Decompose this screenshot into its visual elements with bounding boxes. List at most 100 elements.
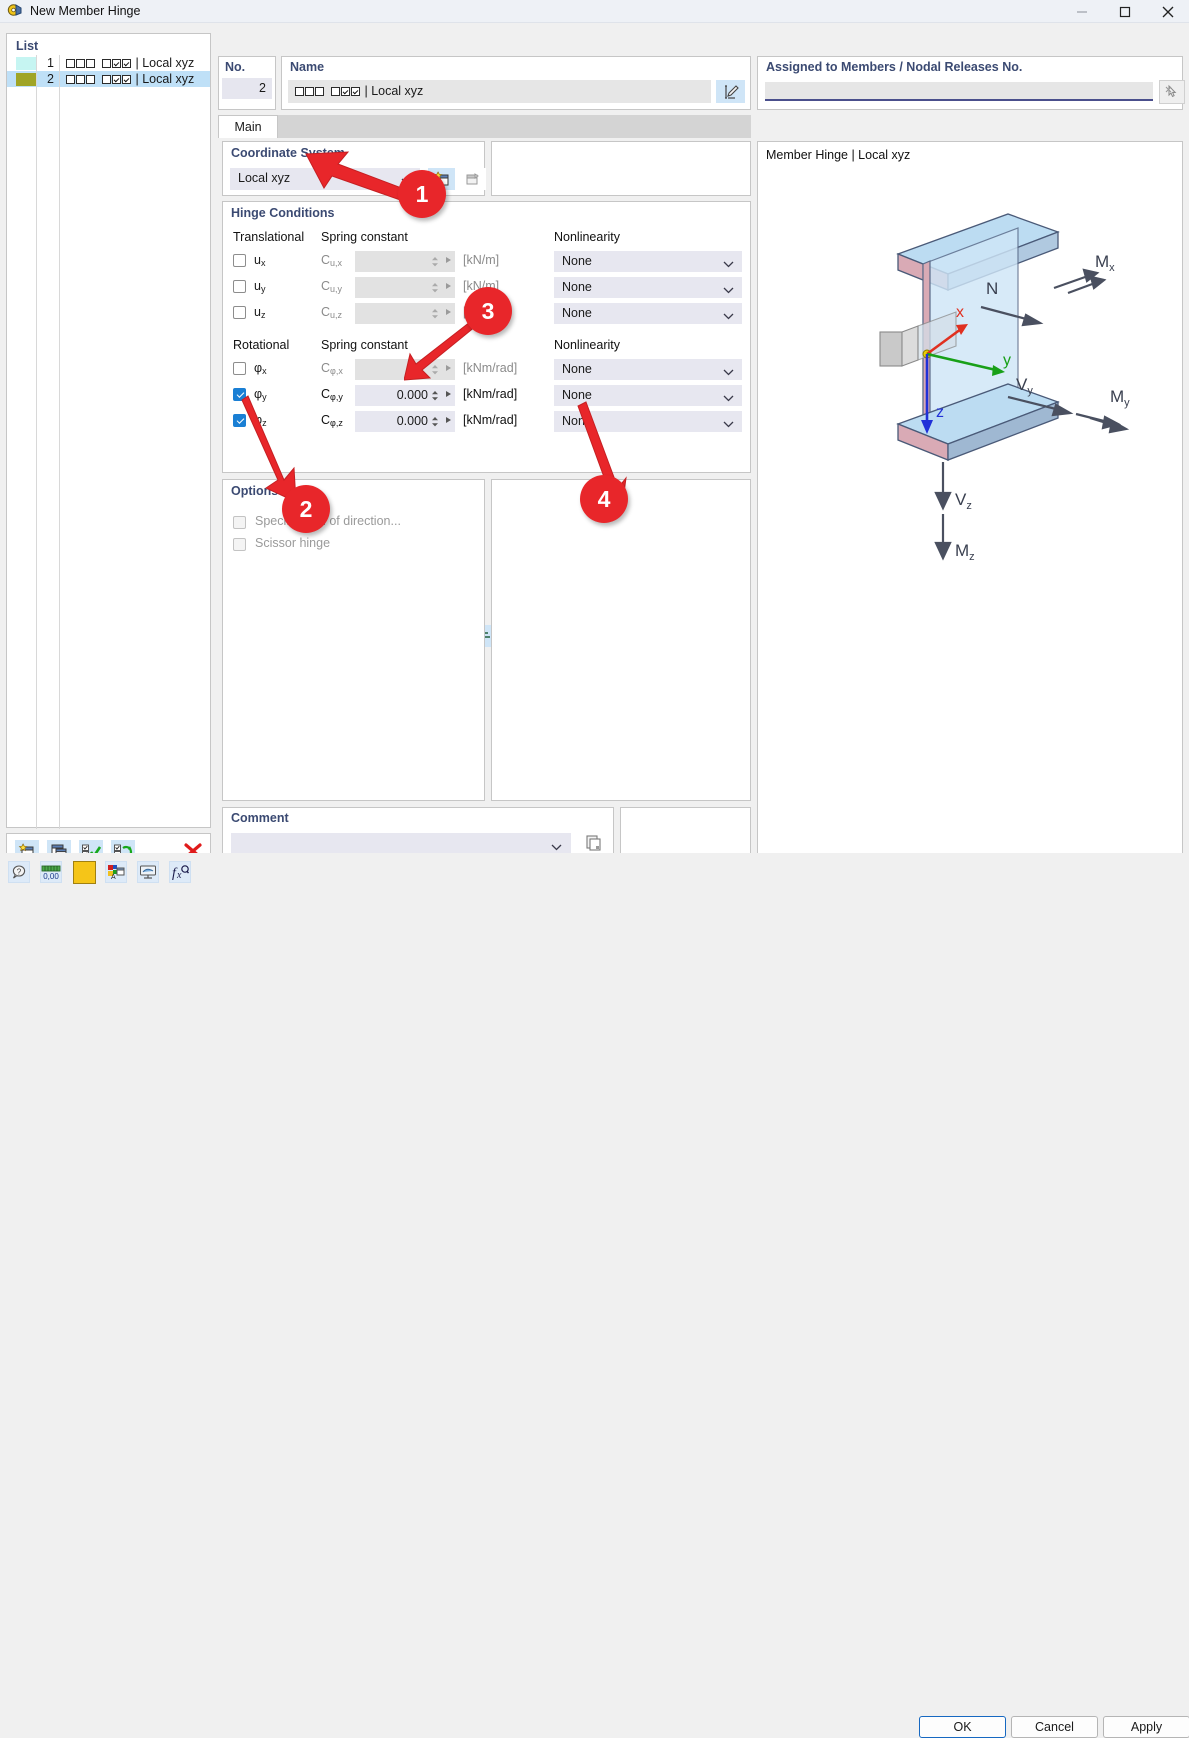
comment-input[interactable]	[231, 833, 571, 855]
rotational-phi-x-nonlinearity[interactable]: None	[554, 359, 742, 380]
preview-panel[interactable]: Member Hinge | Local xyz x y z N Mx Vy M…	[757, 141, 1183, 861]
cancel-button[interactable]: Cancel	[1011, 1716, 1098, 1738]
tab-strip: Main	[218, 115, 751, 138]
assigned-label: Assigned to Members / Nodal Releases No.	[766, 60, 1023, 74]
annotation-badge-1-number: 1	[415, 180, 429, 207]
translational-ux-spring-input[interactable]	[355, 251, 455, 272]
force-label-vy: Vy	[1016, 375, 1033, 397]
axis-label-y: y	[1003, 352, 1011, 369]
spinner-expand-icon	[446, 283, 451, 289]
list-item[interactable]: 1 | Local xyz	[7, 55, 210, 71]
force-label-my: My	[1110, 387, 1130, 409]
number-format-icon[interactable]: 0,00	[40, 861, 62, 883]
formula-icon[interactable]: f x	[169, 861, 191, 883]
svg-text:A: A	[111, 874, 116, 880]
window-title: New Member Hinge	[30, 4, 141, 18]
translational-uy-spring-input[interactable]	[355, 277, 455, 298]
translational-uz-spring-input[interactable]	[355, 303, 455, 324]
coordinate-system-value: Local xyz	[238, 171, 291, 185]
list-rows: 1 | Local xyz 2 | Local xyz	[7, 55, 210, 87]
translational-uz-checkbox[interactable]	[233, 306, 246, 319]
list-item-label: | Local xyz	[60, 72, 194, 86]
assigned-panel: Assigned to Members / Nodal Releases No.	[757, 56, 1185, 110]
name-input[interactable]: | Local xyz	[288, 80, 711, 103]
tab-main-label: Main	[234, 120, 262, 134]
list-item[interactable]: 2 | Local xyz	[7, 71, 210, 87]
display-properties-icon[interactable]: A	[105, 861, 127, 883]
chevron-down-icon	[723, 417, 734, 431]
translational-uz-nonlinearity[interactable]: None	[554, 303, 742, 324]
list-item-label: | Local xyz	[60, 56, 194, 70]
edit-coordinate-system-button[interactable]	[459, 168, 486, 190]
number-panel: No. 2	[218, 56, 276, 110]
edit-name-button[interactable]	[716, 80, 745, 103]
chevron-down-icon	[723, 309, 734, 323]
chevron-down-icon[interactable]	[551, 840, 562, 854]
maximize-icon[interactable]	[1103, 0, 1146, 23]
name-input-text: | Local xyz	[364, 84, 424, 98]
name-panel: Name | Local xyz	[281, 56, 751, 110]
spinner-expand-icon[interactable]	[446, 391, 451, 397]
translational-uy-checkbox[interactable]	[233, 280, 246, 293]
list-item-number: 1	[47, 56, 54, 70]
tab-main[interactable]: Main	[218, 115, 278, 138]
translational-ux-nonlinearity[interactable]: None	[554, 251, 742, 272]
help-icon[interactable]: ?	[8, 861, 30, 883]
translational-header: Translational	[233, 230, 305, 244]
rotational-phi-y-unit: [kNm/rad]	[463, 387, 518, 401]
status-bar: ? 0,00 A f x OK Cancel Apply	[0, 853, 1189, 1738]
spinner-arrows-icon	[432, 257, 438, 267]
spinner-arrows-icon	[432, 283, 438, 293]
list-item-number: 2	[47, 72, 54, 86]
number-label: No.	[225, 60, 246, 74]
annotation-badge-1: 1	[398, 170, 446, 218]
scissor-hinge-checkbox[interactable]	[233, 538, 246, 551]
rotational-phi-z-unit: [kNm/rad]	[463, 413, 518, 427]
annotation-badge-4-number: 4	[597, 485, 611, 512]
spinner-arrows-icon	[432, 417, 438, 427]
translational-ux-constant: Cu,x	[321, 253, 343, 268]
axis-label-x: x	[956, 304, 964, 321]
rotational-phi-x-checkbox[interactable]	[233, 362, 246, 375]
spinner-expand-icon	[446, 257, 451, 263]
render-view-icon[interactable]	[137, 861, 159, 883]
spinner-expand-icon	[446, 309, 451, 315]
force-label-mx: Mx	[1095, 252, 1115, 274]
minimize-icon[interactable]	[1060, 0, 1103, 23]
close-icon[interactable]	[1146, 0, 1189, 23]
spinner-arrows-icon	[432, 309, 438, 319]
options-panel: Options Specification of direction... Sc…	[222, 479, 485, 801]
list-header: List	[16, 39, 39, 53]
axis-label-z: z	[936, 404, 944, 421]
comment-label: Comment	[231, 811, 289, 825]
pick-members-button[interactable]	[1159, 80, 1185, 104]
assigned-input[interactable]	[765, 82, 1153, 101]
hinge-list-panel: List 1 | Local xyz 2 | Local xyz	[6, 33, 211, 829]
translational-uz-label: uz	[254, 305, 266, 320]
comment-copy-button[interactable]	[582, 832, 605, 854]
ok-button[interactable]: OK	[919, 1716, 1006, 1738]
svg-text:x: x	[176, 870, 182, 880]
translational-ux-nonlinearity-value: None	[562, 254, 592, 268]
preview-title: Member Hinge | Local xyz	[766, 148, 911, 162]
translational-ux-checkbox[interactable]	[233, 254, 246, 267]
chevron-down-icon	[723, 365, 734, 379]
rotational-nonlinearity-header: Nonlinearity	[554, 338, 621, 352]
apply-button[interactable]: Apply	[1103, 1716, 1189, 1738]
force-label-vz: Vz	[955, 490, 972, 512]
translational-uy-nonlinearity[interactable]: None	[554, 277, 742, 298]
rotational-phi-y-spring-input[interactable]: 0.000	[355, 385, 455, 406]
svg-text:0,00: 0,00	[43, 872, 59, 880]
translational-uz-constant: Cu,z	[321, 305, 343, 320]
force-label-n: N	[986, 279, 998, 298]
chevron-down-icon	[723, 257, 734, 271]
specification-of-direction-checkbox[interactable]	[233, 516, 246, 529]
cancel-button-label: Cancel	[1035, 1720, 1074, 1734]
spinner-expand-icon[interactable]	[446, 417, 451, 423]
color-swatch-icon[interactable]	[73, 861, 96, 884]
spinner-arrows-icon	[432, 391, 438, 401]
rotational-phi-x-label: φx	[254, 361, 267, 376]
list-column-divider	[36, 56, 37, 829]
rotational-phi-z-spring-input[interactable]: 0.000	[355, 411, 455, 432]
rotational-phi-z-constant: Cφ,z	[321, 413, 343, 428]
